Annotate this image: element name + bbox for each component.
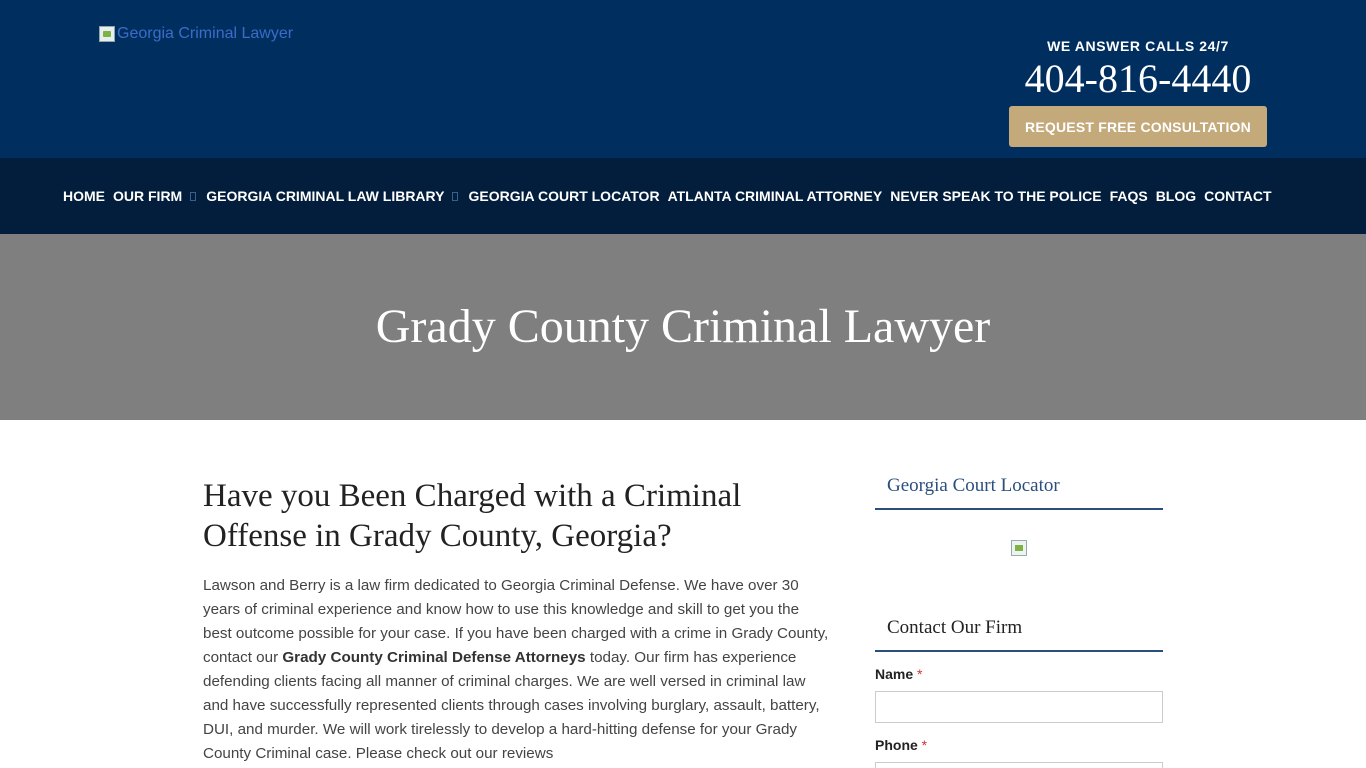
page-title: Grady County Criminal Lawyer [375, 299, 991, 353]
site-logo-link[interactable]: Georgia Criminal Lawyer [99, 24, 293, 44]
dropdown-caret-icon [190, 191, 197, 201]
broken-image-icon[interactable] [1011, 540, 1027, 556]
nav-label: CONTACT [1204, 188, 1272, 204]
nav-item-our-firm[interactable]: OUR FIRM [109, 188, 202, 204]
nav-label: OUR FIRM [113, 188, 183, 204]
nav-item-court-locator[interactable]: GEORGIA COURT LOCATOR [464, 188, 663, 204]
phone-label: Phone * [875, 737, 1163, 753]
nav-item-faqs[interactable]: FAQS [1106, 188, 1152, 204]
calls-label: WE ANSWER CALLS 24/7 [1047, 38, 1229, 54]
nav-label: BLOG [1155, 188, 1197, 204]
required-mark: * [921, 737, 928, 753]
nav-label: NEVER SPEAK TO THE POLICE [890, 188, 1102, 204]
nav-item-never-speak-police[interactable]: NEVER SPEAK TO THE POLICE [886, 188, 1105, 204]
phone-number-link[interactable]: 404-816-4440 [1008, 56, 1268, 102]
broken-image-icon [99, 26, 115, 42]
phone-input[interactable] [875, 762, 1163, 768]
request-consultation-button[interactable]: REQUEST FREE CONSULTATION [1009, 106, 1267, 147]
nav-label: GEORGIA CRIMINAL LAW LIBRARY [206, 188, 445, 204]
nav-label: GEORGIA COURT LOCATOR [468, 188, 660, 204]
label-text: Phone [875, 737, 918, 753]
nav-label: ATLANTA CRIMINAL ATTORNEY [667, 188, 883, 204]
nav-item-blog[interactable]: BLOG [1152, 188, 1200, 204]
sidebar: Georgia Court Locator Contact Our Firm N… [875, 468, 1163, 768]
court-locator-link[interactable]: Georgia Court Locator [875, 468, 1163, 510]
nav-item-atlanta-attorney[interactable]: ATLANTA CRIMINAL ATTORNEY [664, 188, 887, 204]
content-paragraph: Lawson and Berry is a law firm dedicated… [203, 574, 829, 766]
name-input[interactable] [875, 691, 1163, 723]
content-heading: Have you Been Charged with a Criminal Of… [203, 478, 742, 554]
nav-item-contact[interactable]: CONTACT [1200, 188, 1275, 204]
contact-widget-title: Contact Our Firm [875, 610, 1163, 652]
nav-item-law-library[interactable]: GEORGIA CRIMINAL LAW LIBRARY [202, 188, 464, 204]
name-label: Name * [875, 666, 1163, 682]
required-mark: * [917, 666, 923, 682]
site-header: Georgia Criminal Lawyer WE ANSWER CALLS … [0, 0, 1366, 158]
header-contact-block: WE ANSWER CALLS 24/7 404-816-4440 REQUES… [1008, 38, 1268, 147]
main-nav: HOME OUR FIRM GEORGIA CRIMINAL LAW LIBRA… [0, 158, 1366, 234]
nav-label: FAQS [1109, 188, 1148, 204]
nav-item-home[interactable]: HOME [59, 188, 109, 204]
court-locator-widget [875, 510, 1163, 610]
logo-alt-text: Georgia Criminal Lawyer [117, 25, 294, 42]
attorneys-link-text: Grady County Criminal Defense Attorneys [282, 649, 586, 666]
dropdown-caret-icon [452, 191, 459, 201]
page-hero: Grady County Criminal Lawyer [0, 234, 1366, 420]
main-content: Have you Been Charged with a Criminal Of… [203, 476, 829, 766]
nav-label: HOME [63, 188, 105, 204]
label-text: Name [875, 666, 914, 682]
